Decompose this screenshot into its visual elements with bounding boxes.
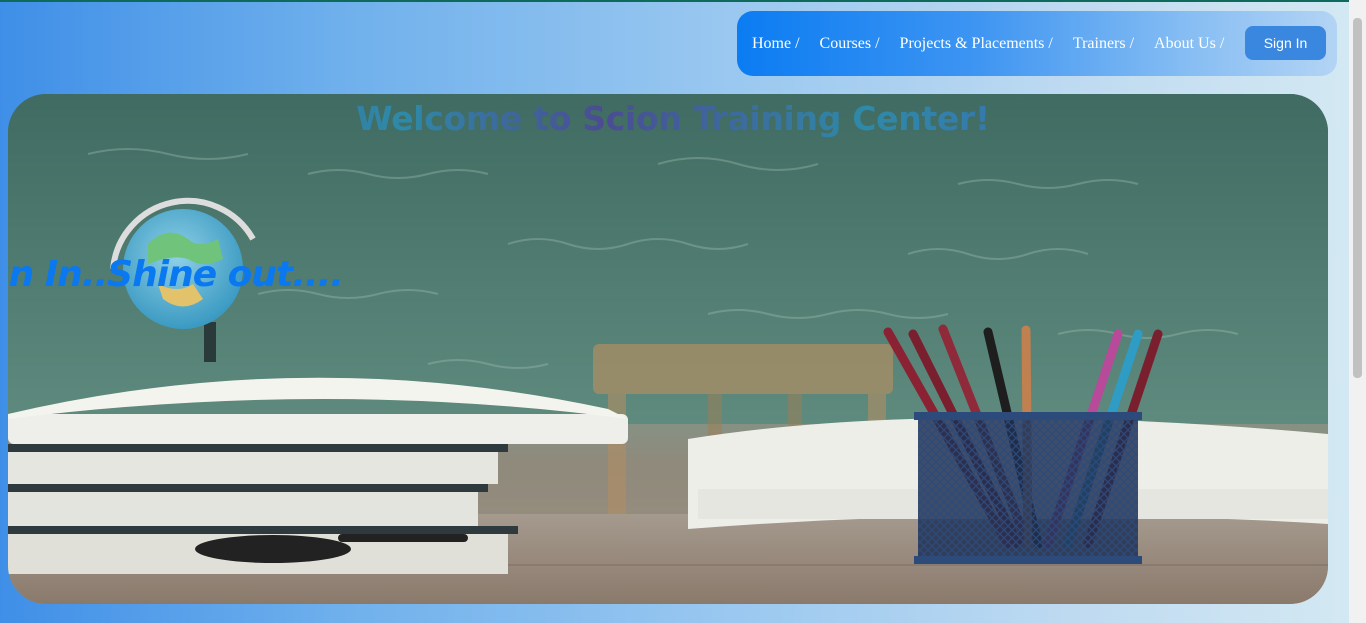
page-scrollbar[interactable] xyxy=(1349,0,1366,623)
main-navbar: Home / Courses / Projects & Placements /… xyxy=(737,11,1337,76)
sign-in-button[interactable]: Sign In xyxy=(1245,26,1326,60)
top-accent-strip xyxy=(0,0,1366,2)
hero-title: Welcome to Scion Training Center! xyxy=(8,99,1328,138)
nav-link-courses[interactable]: Courses / xyxy=(820,35,880,53)
hero-banner: Welcome to Scion Training Center! un In.… xyxy=(8,94,1328,604)
hero-tagline-marquee: un In..Shine out.... xyxy=(8,254,344,295)
nav-link-about-us[interactable]: About Us / xyxy=(1154,35,1224,53)
scrollbar-thumb[interactable] xyxy=(1353,18,1362,378)
hero-background-illustration xyxy=(8,94,1328,604)
nav-link-projects-placements[interactable]: Projects & Placements / xyxy=(900,35,1053,53)
nav-link-home[interactable]: Home / xyxy=(752,35,800,53)
nav-link-trainers[interactable]: Trainers / xyxy=(1073,35,1134,53)
